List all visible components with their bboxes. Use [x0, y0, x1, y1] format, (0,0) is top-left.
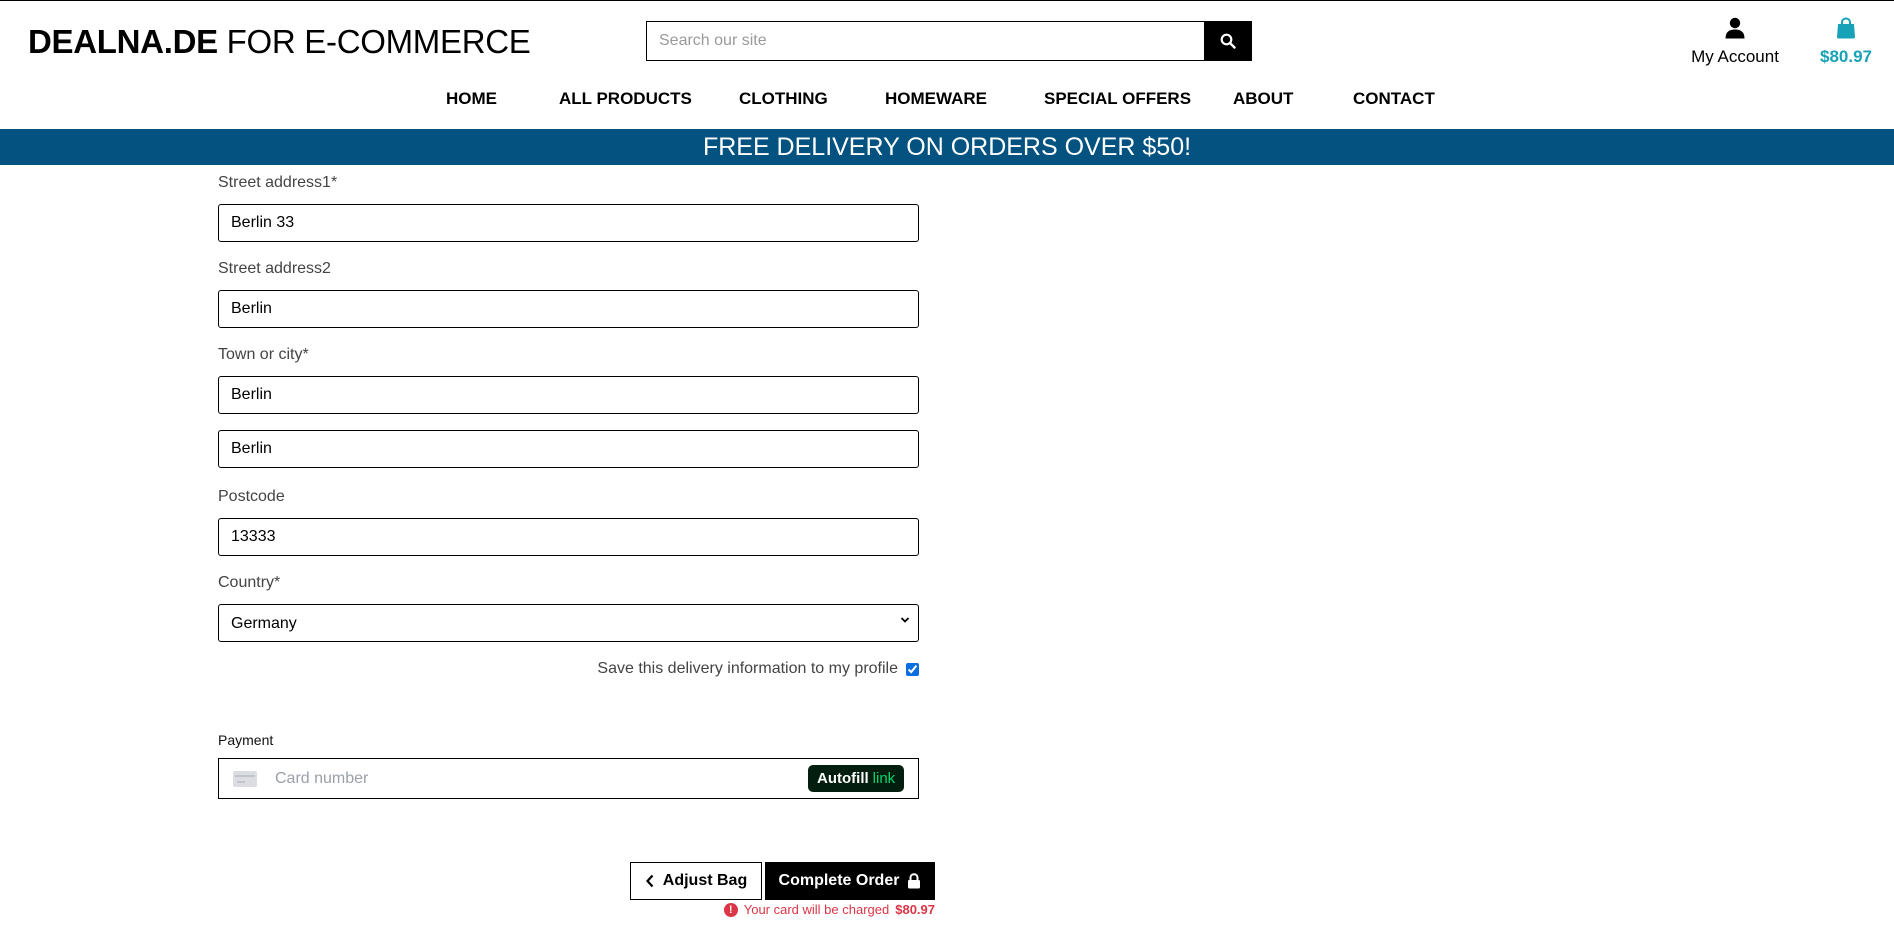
town-or-city-label: Town or city*	[218, 346, 309, 363]
nav-clothing[interactable]: CLOTHING	[739, 89, 828, 109]
card-element: Autofilllink	[218, 758, 919, 799]
card-number-input[interactable]	[275, 759, 775, 798]
lock-icon	[908, 873, 921, 889]
main-nav: HOME ALL PRODUCTS CLOTHING HOMEWARE SPEC…	[0, 89, 1894, 113]
town-or-city-input[interactable]	[218, 376, 919, 414]
site-logo[interactable]: DEALNA.DE FOR E-COMMERCE	[28, 22, 531, 62]
nav-about[interactable]: ABOUT	[1233, 89, 1293, 109]
search-button[interactable]	[1204, 21, 1252, 61]
top-border	[0, 0, 1894, 1]
nav-homeware[interactable]: HOMEWARE	[885, 89, 987, 109]
shopping-bag-icon	[1837, 17, 1855, 39]
save-info-row: Save this delivery information to my pro…	[560, 660, 919, 678]
search-form	[646, 21, 1252, 61]
nav-home[interactable]: HOME	[446, 89, 497, 109]
save-info-label: Save this delivery information to my pro…	[597, 660, 898, 677]
postcode-input[interactable]	[218, 518, 919, 556]
nav-contact[interactable]: CONTACT	[1353, 89, 1435, 109]
autofill-link-button[interactable]: Autofill link	[808, 765, 905, 792]
country-label: Country*	[218, 574, 281, 591]
card-icon	[233, 771, 257, 787]
nav-all-products[interactable]: ALL PRODUCTS	[559, 89, 692, 109]
country-select[interactable]: Germany	[218, 604, 919, 642]
user-icon	[1725, 17, 1745, 39]
nav-special-offers[interactable]: SPECIAL OFFERS	[1044, 89, 1191, 109]
chevron-left-icon	[645, 874, 654, 888]
shopping-bag-link[interactable]: $80.97	[1818, 17, 1874, 67]
street-address2-label: Street address2	[218, 260, 331, 277]
banner-text: FREE DELIVERY ON ORDERS OVER $50!	[702, 133, 1192, 161]
county-input[interactable]	[218, 430, 919, 468]
complete-order-label: Complete Order	[778, 872, 900, 889]
street-address2-input[interactable]	[218, 290, 919, 328]
complete-order-button[interactable]: Complete Order	[765, 862, 935, 900]
payment-label: Payment	[218, 732, 274, 748]
search-input[interactable]	[646, 21, 1204, 61]
my-account-link[interactable]: My Account	[1690, 17, 1780, 67]
search-icon	[1220, 33, 1236, 49]
charge-notice: ! Your card will be charged $80.97	[712, 902, 935, 917]
adjust-bag-button[interactable]: Adjust Bag	[630, 862, 762, 900]
my-account-label: My Account	[1691, 47, 1779, 66]
charge-text: Your card will be charged	[743, 902, 890, 917]
adjust-bag-label: Adjust Bag	[662, 872, 748, 889]
street-address1-label: Street address1*	[218, 174, 338, 191]
logo-tagline: FOR E-COMMERCE	[217, 23, 531, 60]
autofill-text: Autofill	[817, 770, 869, 787]
autofill-link-text: link	[872, 770, 896, 787]
charge-amount: $80.97	[895, 902, 935, 917]
logo-brand: DEALNA.DE	[28, 23, 218, 60]
street-address1-input[interactable]	[218, 204, 919, 242]
free-delivery-banner: FREE DELIVERY ON ORDERS OVER $50!	[0, 129, 1894, 165]
bag-total: $80.97	[1820, 47, 1872, 66]
exclamation-circle-icon: !	[723, 902, 738, 917]
save-info-checkbox[interactable]	[906, 662, 919, 676]
postcode-label: Postcode	[218, 488, 285, 505]
